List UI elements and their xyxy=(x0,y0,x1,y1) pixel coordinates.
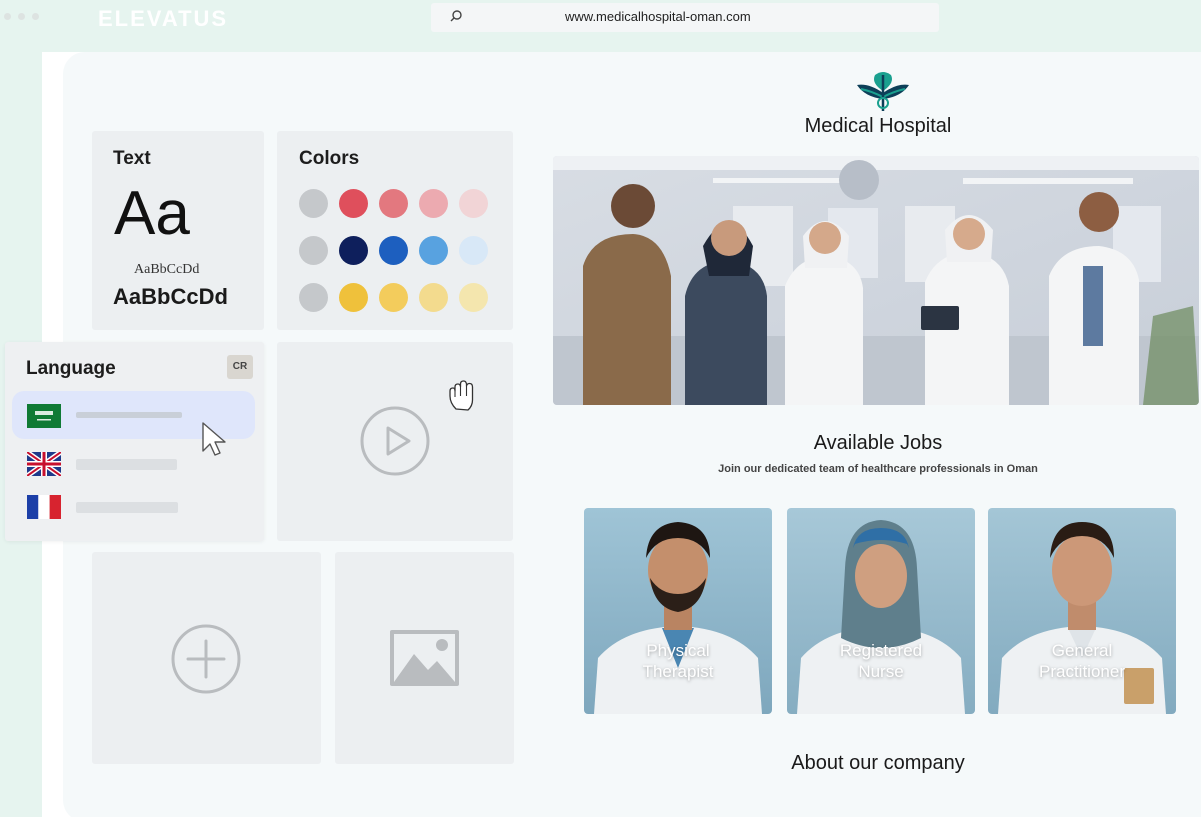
colors-card-title: Colors xyxy=(299,148,360,169)
search-icon xyxy=(450,10,462,22)
image-icon xyxy=(390,630,459,686)
window-dot-maximize[interactable] xyxy=(32,13,39,20)
color-swatch[interactable] xyxy=(459,189,488,218)
jobs-section-subtitle: Join our dedicated team of healthcare pr… xyxy=(718,463,1038,475)
job-photo xyxy=(584,508,772,714)
color-swatch[interactable] xyxy=(379,283,408,312)
text-card-title: Text xyxy=(113,148,151,169)
site-title: Medical Hospital xyxy=(804,115,952,137)
window-dot-close[interactable] xyxy=(4,13,11,20)
window-dot-minimize[interactable] xyxy=(18,13,25,20)
language-label-placeholder xyxy=(76,412,182,418)
brand-logo: ELEVATUS xyxy=(98,6,229,31)
job-card-physical-therapist[interactable]: Physical Therapist xyxy=(584,508,772,714)
color-swatch[interactable] xyxy=(299,236,328,265)
address-bar[interactable]: www.medicalhospital-oman.com xyxy=(431,3,939,32)
color-swatch[interactable] xyxy=(339,189,368,218)
color-palette-card[interactable]: Colors xyxy=(277,131,513,330)
job-title: General Practitioner xyxy=(1039,641,1125,681)
about-section-title: About our company xyxy=(791,752,965,774)
plus-icon xyxy=(171,624,241,694)
color-swatch[interactable] xyxy=(419,189,448,218)
jobs-section-title: Available Jobs xyxy=(813,432,943,454)
color-swatch[interactable] xyxy=(419,283,448,312)
video-block-card[interactable] xyxy=(277,342,513,541)
color-swatch[interactable] xyxy=(299,283,328,312)
window-controls xyxy=(4,13,39,20)
hospital-logo-icon xyxy=(857,72,909,111)
uk-flag-icon xyxy=(27,452,61,476)
job-photo xyxy=(787,508,975,714)
language-card-title: Language xyxy=(26,358,116,379)
color-swatch[interactable] xyxy=(379,236,408,265)
url-text: www.medicalhospital-oman.com xyxy=(565,9,751,24)
play-icon xyxy=(360,406,430,476)
image-block-card[interactable] xyxy=(335,552,514,764)
color-swatch[interactable] xyxy=(459,283,488,312)
color-swatch[interactable] xyxy=(419,236,448,265)
cr-badge[interactable]: CR xyxy=(227,355,253,379)
font-sample-bold: AaBbCcDd xyxy=(113,284,228,309)
color-swatch-grid xyxy=(299,189,488,312)
color-swatch[interactable] xyxy=(299,189,328,218)
job-title: Physical Therapist xyxy=(642,641,714,681)
hand-cursor-icon xyxy=(449,380,474,411)
hero-image xyxy=(553,156,1199,405)
job-title: Registered Nurse xyxy=(839,641,923,681)
job-card-general-practitioner[interactable]: General Practitioner xyxy=(988,508,1176,714)
font-sample-large: Aa xyxy=(114,179,190,248)
text-style-card[interactable]: Text Aa AaBbCcDd AaBbCcDd xyxy=(92,131,264,330)
color-swatch[interactable] xyxy=(339,283,368,312)
arabic-flag-icon xyxy=(27,404,61,428)
color-swatch[interactable] xyxy=(339,236,368,265)
job-card-registered-nurse[interactable]: Registered Nurse xyxy=(787,508,975,714)
job-photo xyxy=(988,508,1176,714)
language-label-placeholder xyxy=(76,459,177,470)
france-flag-icon xyxy=(27,495,61,519)
font-sample-serif: AaBbCcDd xyxy=(134,262,200,277)
add-block-card[interactable] xyxy=(92,552,321,764)
color-swatch[interactable] xyxy=(379,189,408,218)
language-label-placeholder xyxy=(76,502,178,513)
color-swatch[interactable] xyxy=(459,236,488,265)
